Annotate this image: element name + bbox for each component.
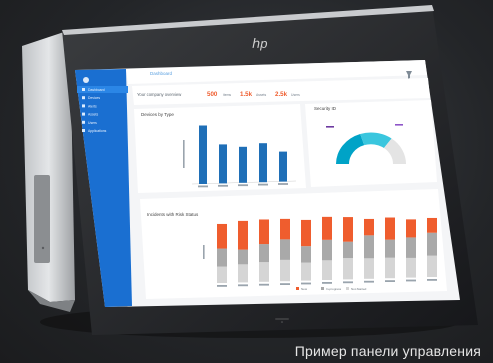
legend-label: New (301, 287, 308, 291)
stacked-bar-segment (427, 217, 437, 233)
stacked-bar-segment (406, 237, 416, 258)
stacked-bar-segment (217, 223, 227, 249)
security-id-card: Security ID (305, 100, 437, 187)
stat-unit: Assets (256, 93, 266, 97)
page-title: Dashboard (150, 71, 173, 76)
stacked-bar-segment (322, 239, 332, 261)
caption-text: Пример панели управления (294, 343, 481, 359)
stacked-bar-segment (406, 257, 416, 278)
stacked-bar-segment (343, 258, 353, 280)
sidebar-item-label: Users (88, 121, 97, 125)
stacked-bar-segment (238, 220, 248, 250)
legend-swatch (346, 287, 349, 290)
x-tick-label (301, 282, 311, 285)
sidebar-item-icon (82, 88, 85, 91)
stacked-bar-segment (385, 257, 395, 279)
sidebar-item-icon (82, 104, 85, 108)
x-tick-label (343, 281, 353, 284)
x-tick-label (364, 280, 374, 283)
stacked-bar-segment (217, 266, 227, 283)
brand-logo: ℎp (252, 36, 267, 51)
chart-bar (199, 125, 207, 184)
legend-label: In-progress (326, 287, 342, 291)
gauge-chart-title: Security ID (314, 106, 337, 111)
stacked-bar-segment (259, 244, 269, 263)
x-tick-label (259, 283, 269, 286)
x-tick-label (278, 183, 288, 185)
stacked-bar-segment (280, 259, 290, 282)
stacked-bar-segment (322, 216, 332, 240)
sidebar-item-label: Alerts (88, 104, 97, 108)
chart-bar (259, 143, 267, 183)
chart-bar (239, 146, 247, 183)
sidebar-item-label: Dashboard (88, 88, 105, 92)
stacked-bar-segment (238, 264, 248, 283)
stacked-bar-segment (364, 235, 374, 259)
legend-swatch (296, 287, 299, 290)
stat-unit: items (223, 93, 231, 97)
x-tick-label (427, 279, 437, 281)
sidebar-item-label: Assets (88, 113, 98, 117)
stacked-bar-segment (406, 219, 416, 238)
incidents-chart-title: Incidents with Risk Status (147, 212, 199, 217)
x-tick-label (258, 183, 268, 186)
legend-label: Not-Started (351, 287, 367, 291)
stacked-bar-segment (259, 262, 269, 282)
sidebar-logo-icon (83, 77, 89, 83)
x-tick-label (218, 184, 228, 187)
stacked-bar-segment (343, 217, 353, 242)
sidebar-item-label: Applications (88, 129, 107, 133)
sidebar-item-icon (82, 129, 85, 132)
stacked-bar-segment (301, 219, 311, 247)
x-tick-label (198, 185, 208, 188)
stacked-bar-segment (280, 239, 290, 260)
incidents-card: Incidents with Risk Status New In-progres… (140, 189, 447, 299)
stacked-bar-segment (343, 241, 353, 259)
sidebar-item-icon (82, 112, 85, 116)
stacked-bar-segment (259, 219, 269, 245)
sidebar-item-dashboard[interactable]: Dashboard (77, 86, 128, 93)
sidebar-item-label: Devices (88, 96, 100, 100)
stacked-bar-segment (364, 218, 374, 236)
y-axis-label (203, 245, 205, 259)
stacked-bar-segment (238, 249, 248, 265)
stacked-bar-segment (280, 218, 290, 240)
x-tick-label (322, 282, 332, 284)
x-tick-label (238, 184, 248, 187)
stat-unit: Users (291, 93, 300, 97)
stat-value: 2.5k (275, 91, 288, 98)
legend-swatch (321, 287, 324, 290)
y-axis-label (183, 140, 185, 168)
x-tick-label (217, 285, 227, 287)
stacked-bar-segment (385, 239, 395, 258)
stacked-bar-segment (427, 255, 437, 277)
gauge-legend-mark (395, 124, 403, 126)
chart-bar (219, 144, 227, 184)
stacked-bar-segment (427, 232, 437, 256)
stacked-bar-segment (217, 248, 227, 267)
stacked-bar-segment (385, 217, 395, 240)
laptop-photo: ℎp Dashboard Your company overview 500 it… (22, 5, 478, 338)
gauge-legend-mark (326, 126, 334, 128)
devices-chart-title: Devices by Type (141, 112, 174, 117)
stacked-bar-segment (301, 246, 311, 263)
x-tick-label (280, 283, 290, 285)
stacked-bar-segment (301, 262, 311, 281)
sidebar-item-icon (82, 96, 85, 100)
stat-value: 1.5k (240, 91, 253, 98)
x-tick-label (406, 279, 416, 282)
x-tick-label (238, 284, 248, 287)
summary-label: Your company overview (137, 92, 182, 97)
stacked-bar-segment (364, 258, 374, 279)
sidebar-item-icon (82, 120, 85, 124)
chart-bar (279, 151, 287, 182)
stat-value: 500 (207, 91, 218, 98)
x-tick-label (385, 280, 395, 282)
devices-by-type-card: Devices by Type (134, 104, 306, 193)
speaker-grille (34, 175, 50, 263)
stacked-bar-segment (322, 260, 332, 280)
